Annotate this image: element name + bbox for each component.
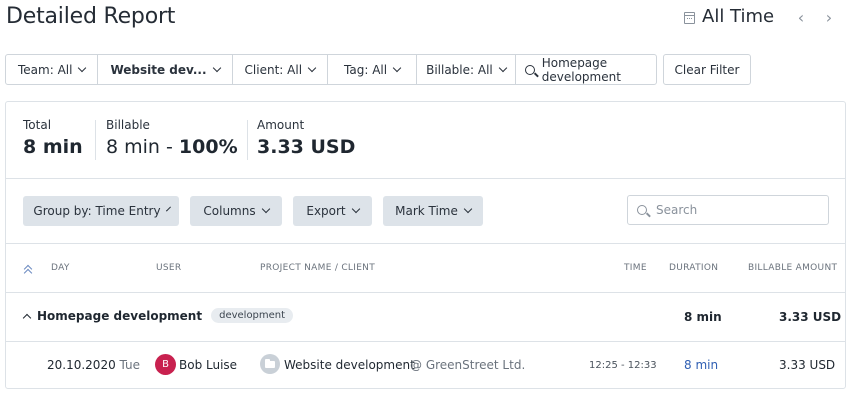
clear-filter-button[interactable]: Clear Filter <box>663 54 751 85</box>
column-header-user[interactable]: USER <box>156 263 181 273</box>
billable-percent: 100% <box>178 136 238 158</box>
date-range-label: All Time <box>702 6 775 27</box>
table-search-field[interactable] <box>627 195 829 225</box>
mark-time-label: Mark Time <box>395 204 458 218</box>
entry-user: Bob Luise <box>179 358 238 372</box>
entry-project[interactable]: Website development <box>284 358 415 372</box>
entry-weekday: Tue <box>119 358 141 372</box>
column-header-billable-amount[interactable]: BILLABLE AMOUNT <box>748 263 837 273</box>
table-row[interactable]: 20.10.2020 Tue B Bob Luise Website devel… <box>6 342 845 389</box>
filter-bar: Team: All Website dev... Client: All Tag… <box>5 54 657 85</box>
chevron-down-icon <box>261 204 270 214</box>
billable-filter[interactable]: Billable: All <box>417 55 516 84</box>
project-filter[interactable]: Website dev... <box>98 55 233 84</box>
chevron-down-icon <box>463 204 473 214</box>
report-card: Total 8 min Billable 8 min - 100% Amount… <box>5 101 846 389</box>
column-header-time[interactable]: TIME <box>624 263 647 273</box>
entry-time[interactable]: 12:25 - 12:33 <box>589 360 657 371</box>
entry-amount: 3.33 USD <box>779 358 836 372</box>
billable-label: Billable <box>106 118 150 132</box>
previous-period-button[interactable]: ‹ <box>794 8 808 27</box>
next-period-button[interactable]: › <box>822 8 836 27</box>
group-amount: 3.33 USD <box>779 310 842 324</box>
team-filter-label: Team: All <box>18 62 73 77</box>
chevron-down-icon <box>392 63 402 72</box>
avatar: B <box>155 354 176 375</box>
project-filter-label: Website dev... <box>110 62 207 77</box>
billable-value: 8 min <box>106 136 160 158</box>
tag-badge: development <box>211 308 294 323</box>
team-filter[interactable]: Team: All <box>6 55 99 84</box>
chevron-down-icon <box>78 63 87 72</box>
chevron-down-icon <box>307 63 317 72</box>
billable-separator: - <box>159 136 179 158</box>
group-row[interactable]: Homepage development development 8 min 3… <box>6 293 845 342</box>
table-header: DAY USER PROJECT NAME / CLIENT TIME DURA… <box>6 244 845 293</box>
columns-label: Columns <box>203 204 256 218</box>
calendar-icon <box>684 11 695 24</box>
table-search-input[interactable] <box>656 203 816 217</box>
chevron-down-icon <box>165 206 171 212</box>
description-search-value: Homepage development <box>541 55 621 84</box>
export-button[interactable]: Export <box>293 196 372 226</box>
client-filter[interactable]: Client: All <box>233 55 329 84</box>
export-label: Export <box>306 204 346 218</box>
billable-filter-label: Billable: All <box>426 62 493 77</box>
entry-date: 20.10.2020 <box>47 358 116 372</box>
billable-stat: Billable 8 min - 100% <box>106 118 238 158</box>
divider <box>95 120 96 160</box>
group-name: Homepage development <box>37 308 203 323</box>
group-by-button[interactable]: Group by: Time Entry <box>23 196 179 226</box>
divider <box>247 120 248 160</box>
report-toolbar: Group by: Time Entry Columns Export Mark… <box>6 179 845 244</box>
date-range-picker[interactable]: All Time <box>684 6 774 27</box>
chevron-down-icon <box>212 63 221 72</box>
folder-icon <box>260 354 280 374</box>
amount-stat: Amount 3.33 USD <box>257 118 355 158</box>
chevron-down-icon <box>498 63 507 72</box>
group-by-label: Group by: Time Entry <box>33 204 161 218</box>
description-search-field[interactable]: Homepage development <box>516 55 656 84</box>
columns-button[interactable]: Columns <box>190 196 282 226</box>
summary-stats: Total 8 min Billable 8 min - 100% Amount… <box>6 102 845 179</box>
entry-duration[interactable]: 8 min <box>684 358 718 372</box>
chevron-down-icon <box>351 204 360 214</box>
mark-time-button[interactable]: Mark Time <box>383 196 483 226</box>
page-title: Detailed Report <box>6 4 176 29</box>
tag-filter-label: Tag: All <box>344 62 388 77</box>
total-stat: Total 8 min <box>23 118 83 158</box>
total-label: Total <box>23 118 52 132</box>
tag-filter[interactable]: Tag: All <box>328 55 418 84</box>
amount-value: 3.33 USD <box>257 136 356 158</box>
column-header-duration[interactable]: DURATION <box>669 263 718 273</box>
client-filter-label: Client: All <box>244 62 303 77</box>
column-header-project[interactable]: PROJECT NAME / CLIENT <box>260 263 375 273</box>
search-icon <box>524 64 535 75</box>
collapse-all-icon[interactable] <box>23 264 33 278</box>
total-value: 8 min <box>23 136 83 158</box>
group-duration: 8 min <box>684 310 722 324</box>
search-icon <box>637 205 647 215</box>
entry-client: @ GreenStreet Ltd. <box>410 358 526 372</box>
chevron-up-icon[interactable] <box>22 313 32 322</box>
column-header-day[interactable]: DAY <box>51 263 70 273</box>
amount-label: Amount <box>257 118 305 132</box>
